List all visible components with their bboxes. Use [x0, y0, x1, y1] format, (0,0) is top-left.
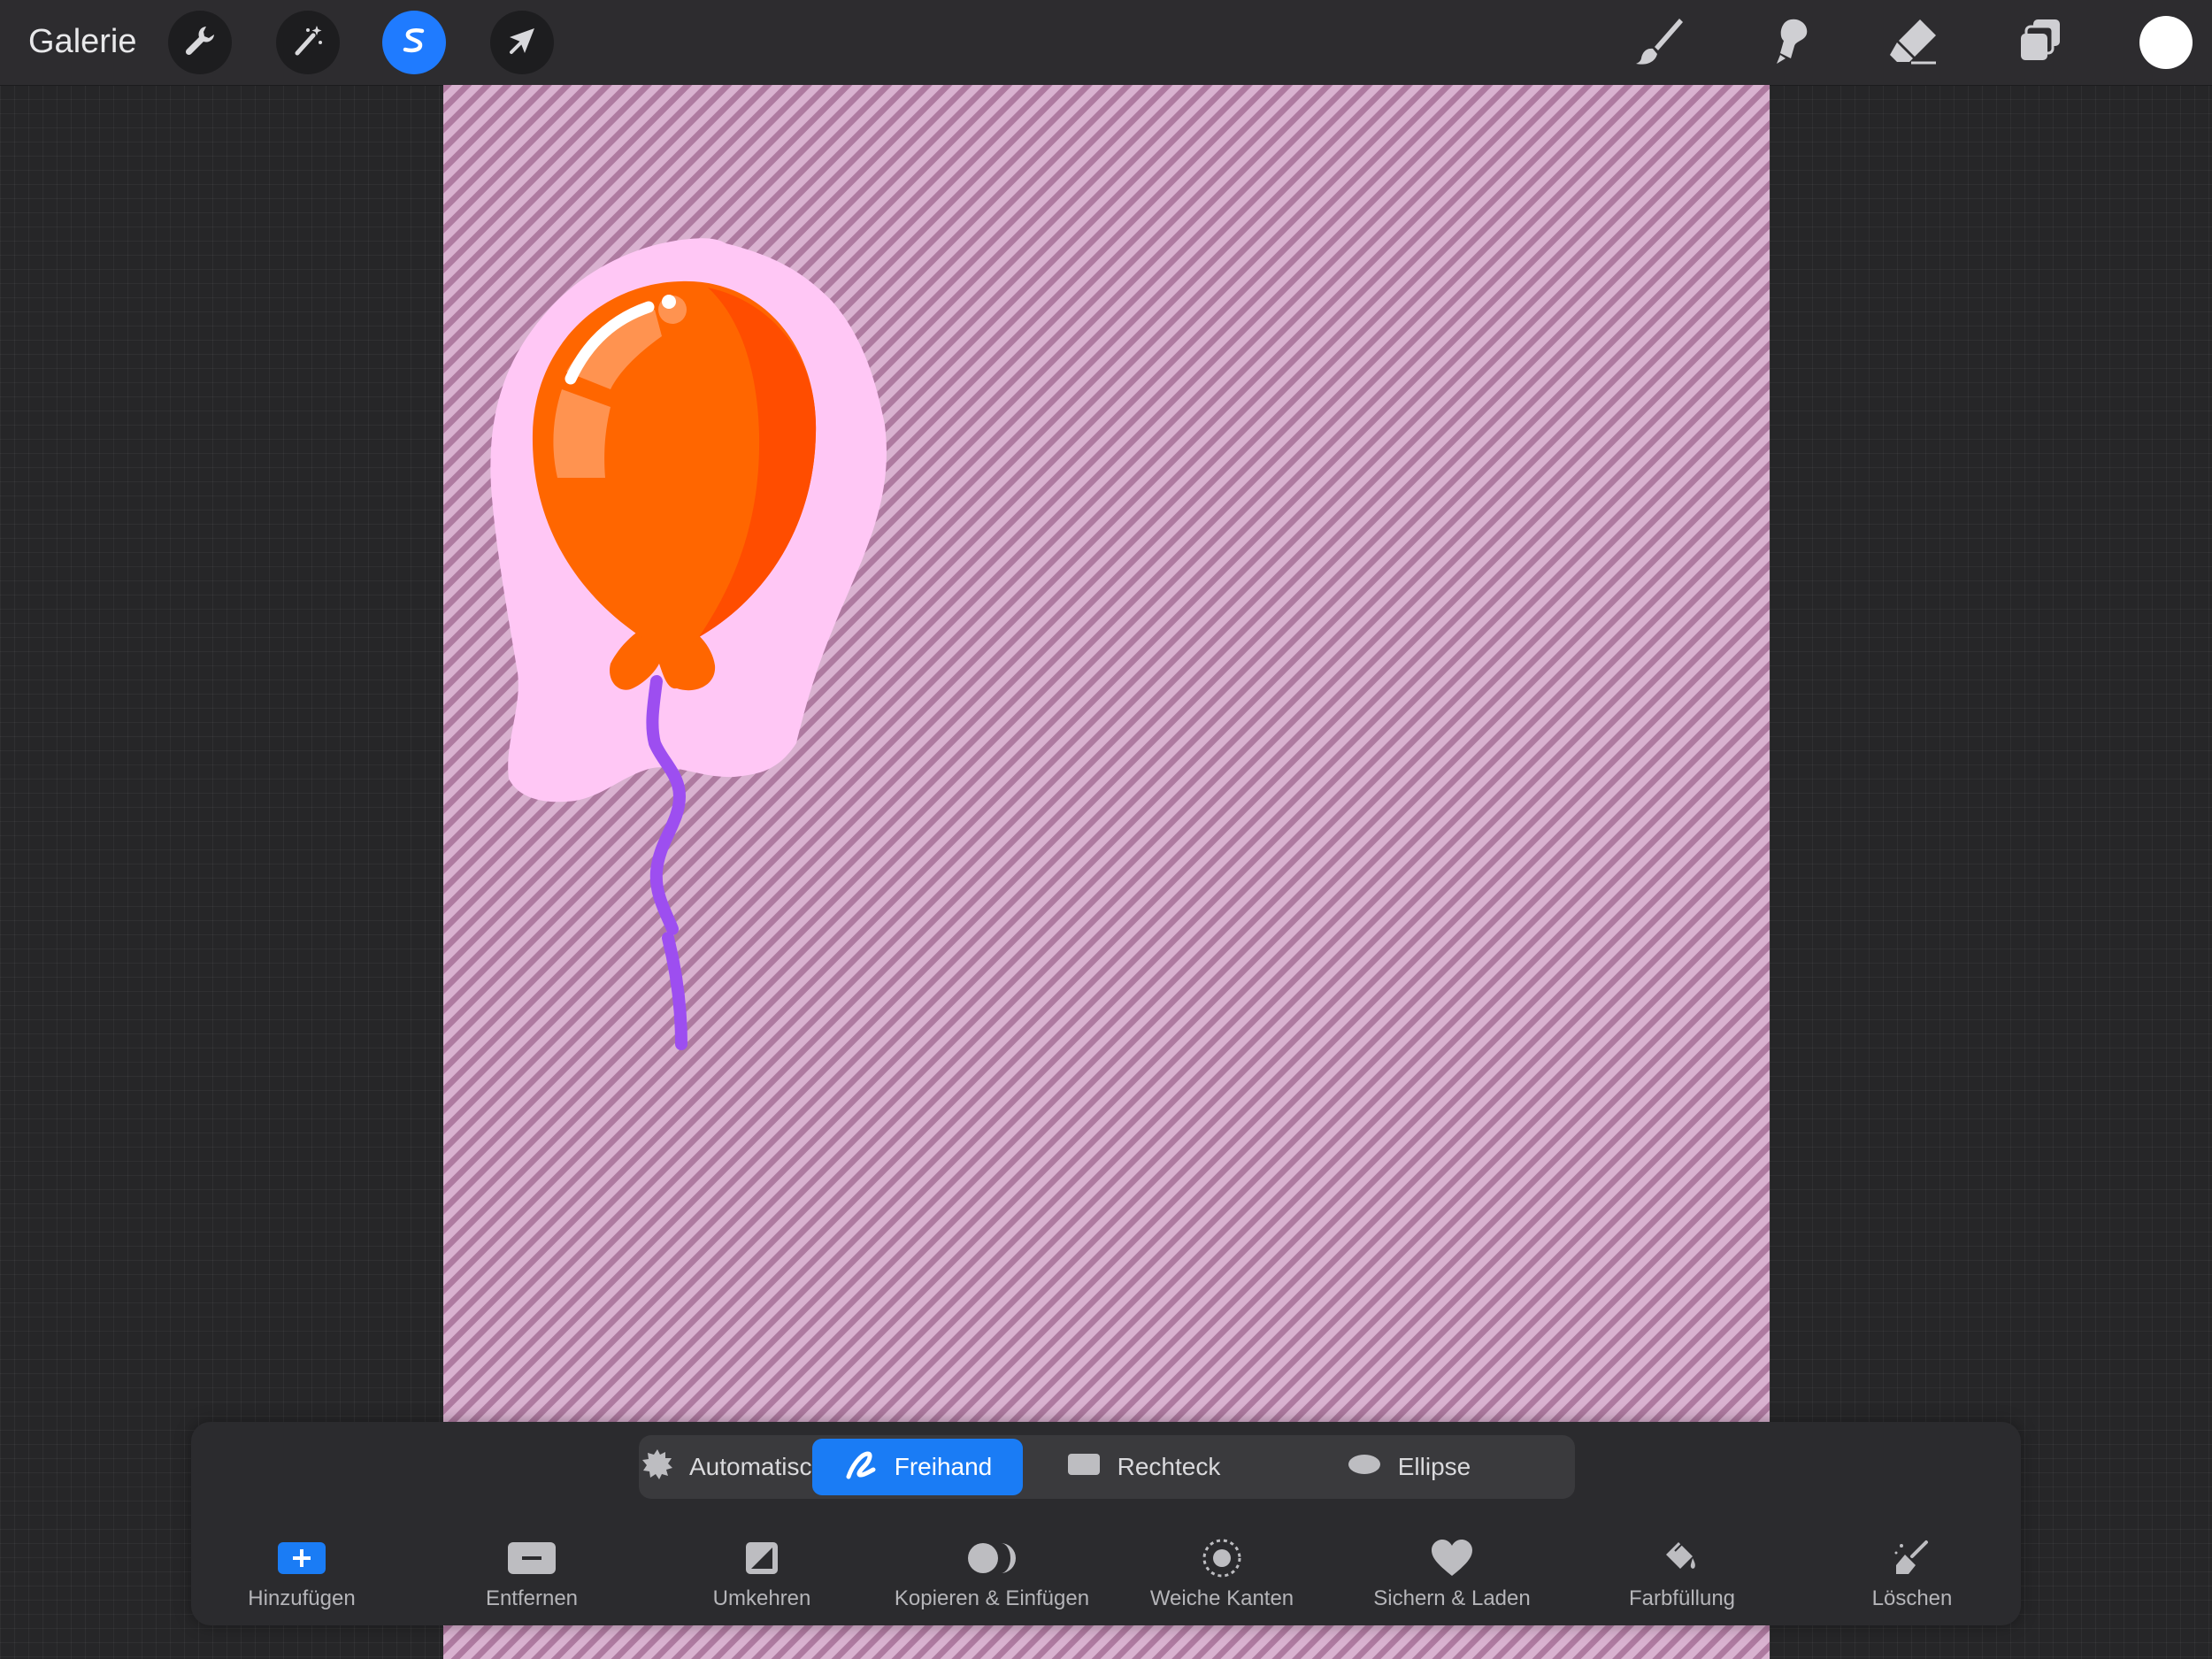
brush-tool-button[interactable]	[1626, 9, 1694, 76]
freehand-icon	[843, 1447, 879, 1488]
mode-ellipse[interactable]: Ellipse	[1276, 1439, 1541, 1495]
minus-icon	[507, 1537, 557, 1579]
adjustments-wand-button[interactable]	[276, 11, 340, 74]
wrench-icon	[182, 23, 218, 63]
gallery-button[interactable]: Galerie	[28, 19, 137, 64]
action-label: Entfernen	[486, 1586, 578, 1611]
eraser-tool-button[interactable]	[1879, 9, 1947, 76]
heart-icon	[1430, 1537, 1474, 1579]
action-label: Farbfüllung	[1629, 1586, 1735, 1611]
action-label: Hinzufügen	[248, 1586, 355, 1611]
action-sichern-laden[interactable]: Sichern & Laden	[1341, 1537, 1563, 1622]
action-hinzufuegen[interactable]: Hinzufügen	[191, 1537, 412, 1622]
action-label: Kopieren & Einfügen	[895, 1586, 1089, 1611]
auto-burst-icon	[641, 1448, 673, 1486]
smudge-icon	[1761, 14, 1814, 72]
mode-freihand[interactable]: Freihand	[812, 1439, 1023, 1495]
transform-tool-button[interactable]	[490, 11, 554, 74]
mode-label: Rechteck	[1118, 1453, 1221, 1481]
action-label: Weiche Kanten	[1150, 1586, 1294, 1611]
rectangle-icon	[1066, 1451, 1102, 1484]
layers-button[interactable]	[2007, 9, 2074, 76]
action-farbfuellung[interactable]: Farbfüllung	[1571, 1537, 1793, 1622]
plus-icon	[277, 1537, 326, 1579]
brush-icon	[1633, 14, 1686, 72]
copy-paste-icon	[965, 1537, 1018, 1579]
selection-panel: Automatisch Freihand Rechteck	[191, 1422, 2021, 1625]
mode-label: Automatisch	[689, 1453, 826, 1481]
selection-tool-button[interactable]	[382, 11, 446, 74]
smudge-tool-button[interactable]	[1754, 9, 1821, 76]
invert-icon	[744, 1537, 780, 1579]
action-umkehren[interactable]: Umkehren	[651, 1537, 872, 1622]
actions-wrench-button[interactable]	[168, 11, 232, 74]
arrow-cursor-icon	[504, 23, 540, 63]
action-entfernen[interactable]: Entfernen	[421, 1537, 642, 1622]
selection-s-icon	[396, 23, 432, 63]
action-label: Sichern & Laden	[1373, 1586, 1530, 1611]
action-weiche-kanten[interactable]: Weiche Kanten	[1111, 1537, 1333, 1622]
ellipse-icon	[1347, 1451, 1382, 1484]
magic-wand-icon	[290, 23, 326, 63]
selection-mode-bar: Automatisch Freihand Rechteck	[639, 1435, 1575, 1499]
mode-rechteck[interactable]: Rechteck	[1028, 1439, 1258, 1495]
fill-bucket-icon	[1663, 1537, 1701, 1579]
layers-icon	[2014, 14, 2067, 72]
feather-icon	[1201, 1537, 1243, 1579]
top-toolbar: Galerie	[0, 0, 2212, 86]
color-picker-button[interactable]	[2139, 16, 2193, 69]
mode-label: Ellipse	[1398, 1453, 1471, 1481]
clear-broom-icon	[1893, 1537, 1932, 1579]
eraser-icon	[1886, 14, 1939, 72]
action-label: Löschen	[1872, 1586, 1953, 1611]
action-label: Umkehren	[713, 1586, 811, 1611]
mode-automatisch[interactable]: Automatisch	[651, 1439, 816, 1495]
action-loeschen[interactable]: Löschen	[1801, 1537, 2023, 1622]
action-kopieren-einfuegen[interactable]: Kopieren & Einfügen	[881, 1537, 1102, 1622]
mode-label: Freihand	[895, 1453, 993, 1481]
